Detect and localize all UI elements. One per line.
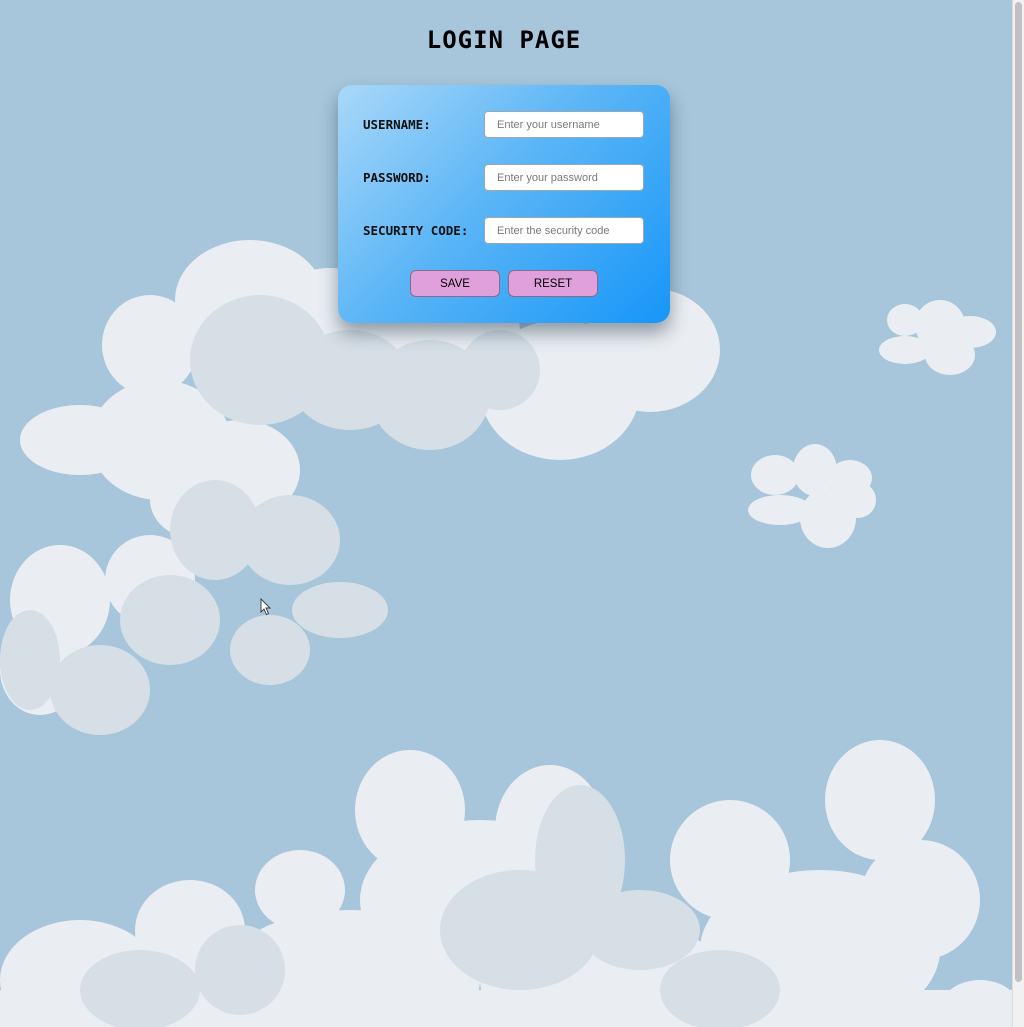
- security-code-label: SECURITY CODE:: [363, 223, 469, 238]
- login-form: USERNAME: PASSWORD: SECURITY CODE: SAVE …: [338, 85, 670, 323]
- username-label: USERNAME:: [363, 117, 431, 132]
- username-row: USERNAME:: [363, 111, 645, 139]
- security-code-row: SECURITY CODE:: [363, 217, 645, 245]
- save-button[interactable]: SAVE: [410, 270, 500, 297]
- security-code-input[interactable]: [484, 217, 644, 244]
- vertical-scrollbar[interactable]: [1012, 0, 1024, 1027]
- username-input[interactable]: [484, 111, 644, 138]
- page-title: LOGIN PAGE: [426, 26, 582, 54]
- password-label: PASSWORD:: [363, 170, 431, 185]
- password-input[interactable]: [484, 164, 644, 191]
- reset-button[interactable]: RESET: [508, 270, 598, 297]
- password-row: PASSWORD:: [363, 164, 645, 192]
- scrollbar-thumb[interactable]: [1015, 2, 1022, 982]
- arrow-cursor-icon: [260, 598, 272, 616]
